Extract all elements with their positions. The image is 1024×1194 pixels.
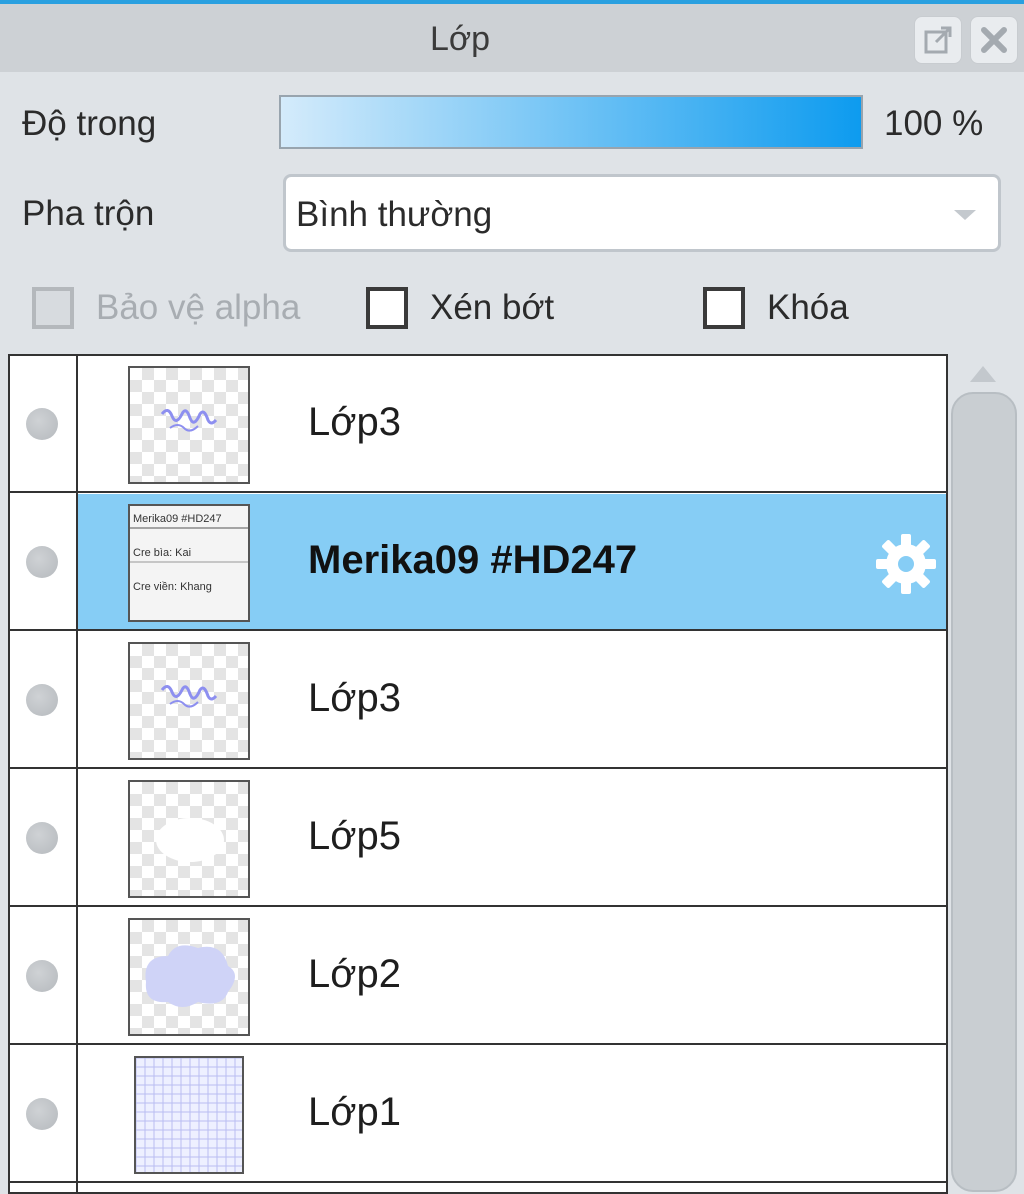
layer-thumbnail [134,1056,244,1174]
layer-visibility-toggle[interactable] [26,822,58,854]
layer-content[interactable]: Lớp2 [78,908,946,1043]
layer-content[interactable]: Merika09 #HD247 Cre bìa: Kai Cre viền: Kha… [78,494,946,629]
blend-mode-value: Bình thường [296,195,493,234]
detach-panel-button[interactable] [914,16,962,64]
lock-label: Khóa [767,288,849,327]
layer-thumbnail [128,780,250,898]
thumbnail-text: Merika09 #HD247 [133,513,222,525]
clipping-checkbox[interactable] [366,287,408,329]
layer-visibility-toggle[interactable] [26,684,58,716]
opacity-slider-fill [281,97,861,147]
layer-content[interactable]: Lớp1 [78,1046,946,1181]
protect-alpha-checkbox[interactable] [32,287,74,329]
gear-icon[interactable] [874,532,938,596]
layer-name: Lớp3 [308,676,401,720]
blend-mode-select[interactable]: Bình thường [283,174,1001,252]
layer-visibility-toggle[interactable] [26,1098,58,1130]
opacity-slider[interactable] [279,95,863,149]
layer-thumbnail [128,366,250,484]
layer-visibility-toggle[interactable] [26,408,58,440]
thumbnail-text: Cre bìa: Kai [133,547,191,559]
scroll-up-arrow-icon[interactable] [968,362,998,384]
layer-row[interactable]: Lớp3 [10,356,946,493]
layer-list-scrollbar[interactable] [951,392,1017,1192]
opacity-value: 100 % [884,104,984,143]
layer-list[interactable]: Lớp3 Merika09 #HD247 Cre bìa: Kai Cre viền:… [8,354,948,1194]
layer-row[interactable]: Lớp1 [10,1046,946,1183]
layer-content[interactable]: Lớp3 [78,356,946,491]
layer-name: Lớp1 [308,1090,401,1134]
clipping-label: Xén bớt [430,288,555,327]
layer-visibility-toggle[interactable] [26,546,58,578]
layer-name: Merika09 #HD247 [308,538,638,582]
layer-thumbnail [128,642,250,760]
layer-thumbnail [128,918,250,1036]
layer-name: Lớp5 [308,814,401,858]
chevron-down-icon [954,210,976,220]
detach-icon [924,26,952,54]
layer-content[interactable]: Lớp3 [78,632,946,767]
layer-row[interactable]: Lớp3 [10,632,946,769]
layer-row[interactable]: Merika09 #HD247 Cre bìa: Kai Cre viền: Kha… [10,494,946,631]
layer-content[interactable]: Lớp5 [78,770,946,905]
panel-title: Lớp [429,20,491,58]
panel-titlebar[interactable]: Lớp [0,4,1024,72]
layer-name: Lớp2 [308,952,401,996]
layer-row[interactable]: Lớp5 [10,770,946,907]
layer-name: Lớp3 [308,400,401,444]
lock-checkbox[interactable] [703,287,745,329]
layer-visibility-toggle[interactable] [26,960,58,992]
close-icon [981,27,1007,53]
opacity-label: Độ trong [22,104,157,143]
blend-mode-label: Pha trộn [22,194,155,233]
thumbnail-text: Cre viền: Khang [133,581,212,593]
protect-alpha-label: Bảo vệ alpha [96,288,301,327]
layer-thumbnail: Merika09 #HD247 Cre bìa: Kai Cre viền: Kha… [128,504,250,622]
close-panel-button[interactable] [970,16,1018,64]
layer-row[interactable]: Lớp2 [10,908,946,1045]
